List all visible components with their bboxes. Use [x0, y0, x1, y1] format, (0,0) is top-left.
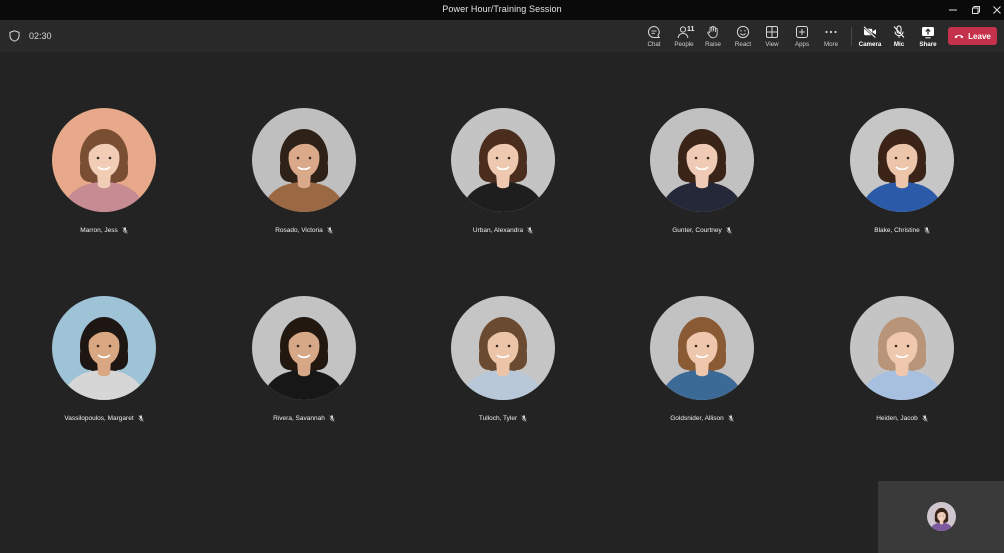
more-button[interactable]: More: [817, 25, 845, 49]
mic-muted-icon: [728, 415, 734, 422]
mic-muted-icon: [327, 227, 333, 234]
mic-muted-icon: [726, 227, 732, 234]
leave-button[interactable]: Leave: [948, 27, 997, 45]
camera-label: Camera: [858, 41, 882, 48]
apps-label: Apps: [794, 41, 810, 48]
minimize-button[interactable]: [941, 0, 965, 20]
participant-name-row: Rivera, Savannah: [234, 415, 374, 422]
hand-icon: [707, 25, 718, 39]
share-icon: [922, 27, 934, 39]
participant-tile[interactable]: Rosado, Victoria: [234, 108, 374, 248]
toolbar-divider: [851, 27, 852, 46]
participant-avatar: [850, 108, 954, 212]
grid-icon: [766, 26, 778, 38]
participant-tile[interactable]: Marron, Jess: [34, 108, 174, 248]
close-icon: [993, 6, 1001, 14]
self-avatar: [927, 502, 956, 531]
participant-name: Tulloch, Tyler: [478, 415, 518, 422]
close-button[interactable]: [985, 0, 1004, 20]
participant-name-row: Goldsnider, Allison: [632, 415, 772, 422]
chat-button[interactable]: Chat: [640, 25, 668, 49]
chat-label: Chat: [647, 41, 661, 48]
participant-tile[interactable]: Tulloch, Tyler: [433, 296, 573, 436]
mic-muted-icon: [922, 415, 928, 422]
view-label: View: [765, 41, 779, 48]
participant-name: Rivera, Savannah: [273, 415, 325, 422]
participant-tile[interactable]: Blake, Christine: [832, 108, 972, 248]
chat-icon: [648, 25, 661, 38]
participant-name: Rosado, Victoria: [275, 227, 323, 234]
participant-name: Gunter, Courtney: [672, 227, 722, 234]
participant-avatar: [451, 108, 555, 212]
participant-avatar: [52, 108, 156, 212]
participant-name-row: Heiden, Jacob: [832, 415, 972, 422]
participant-avatar: [451, 296, 555, 400]
mic-muted-icon: [521, 415, 527, 422]
mic-muted-icon: [329, 415, 335, 422]
react-label: React: [734, 41, 752, 48]
participant-name: Heiden, Jacob: [876, 415, 918, 422]
participant-name: Marron, Jess: [80, 227, 118, 234]
participant-avatar: [650, 108, 754, 212]
participant-tile[interactable]: Heiden, Jacob: [832, 296, 972, 436]
leave-label: Leave: [968, 31, 991, 41]
apps-button[interactable]: Apps: [788, 25, 816, 49]
participant-name-row: Vassilopoulos, Margaret: [34, 415, 174, 422]
mic-muted-icon: [527, 227, 533, 234]
participant-name-row: Rosado, Victoria: [234, 227, 374, 234]
people-button[interactable]: 11 People: [670, 25, 698, 49]
emoji-icon: [736, 25, 750, 39]
title-bar: Power Hour/Training Session: [0, 0, 1004, 20]
window-title: Power Hour/Training Session: [442, 4, 562, 14]
mic-label: Mic: [893, 41, 905, 48]
participant-tile[interactable]: Vassilopoulos, Margaret: [34, 296, 174, 436]
participant-name: Blake, Christine: [874, 227, 920, 234]
participant-tile[interactable]: Urban, Alexandra: [433, 108, 573, 248]
participant-tile[interactable]: Rivera, Savannah: [234, 296, 374, 436]
self-view[interactable]: [878, 481, 1004, 553]
participant-tile[interactable]: Gunter, Courtney: [632, 108, 772, 248]
camera-off-icon: [863, 26, 877, 39]
participant-name-row: Tulloch, Tyler: [433, 415, 573, 422]
participant-avatar: [252, 108, 356, 212]
participant-tile[interactable]: Goldsnider, Allison: [632, 296, 772, 436]
meeting-toolbar: 02:30 Chat 11 People Raise React View Ap…: [0, 20, 1004, 52]
participant-name: Vassilopoulos, Margaret: [64, 415, 134, 422]
apps-icon: [796, 26, 808, 38]
react-button[interactable]: React: [729, 25, 757, 49]
raise-hand-button[interactable]: Raise: [699, 25, 727, 49]
share-button[interactable]: Share: [914, 25, 942, 49]
minimize-icon: [949, 9, 957, 11]
mic-muted-icon: [122, 227, 128, 234]
more-label: More: [823, 41, 839, 48]
participant-name-row: Blake, Christine: [832, 227, 972, 234]
meeting-timer: 02:30: [29, 31, 52, 41]
participant-name-row: Gunter, Courtney: [632, 227, 772, 234]
participant-name-row: Marron, Jess: [34, 227, 174, 234]
mic-muted-icon: [137, 415, 144, 422]
people-label: People: [674, 41, 694, 48]
restore-icon: [972, 6, 980, 14]
participant-name: Goldsnider, Allison: [670, 415, 724, 422]
participant-name-row: Urban, Alexandra: [433, 227, 573, 234]
share-label: Share: [919, 41, 937, 48]
participant-avatar: [850, 296, 954, 400]
mic-button[interactable]: Mic: [885, 25, 913, 49]
raise-label: Raise: [705, 41, 721, 48]
participant-avatar: [252, 296, 356, 400]
camera-button[interactable]: Camera: [856, 25, 884, 49]
participant-avatar: [52, 296, 156, 400]
mic-off-icon: [893, 25, 905, 38]
mic-muted-icon: [924, 227, 930, 234]
more-icon: [825, 30, 837, 34]
hang-up-icon: [954, 34, 964, 39]
people-count: 11: [687, 26, 695, 33]
participant-avatar: [650, 296, 754, 400]
shield-icon: [9, 30, 20, 42]
view-button[interactable]: View: [758, 25, 786, 49]
participant-name: Urban, Alexandra: [472, 227, 524, 234]
